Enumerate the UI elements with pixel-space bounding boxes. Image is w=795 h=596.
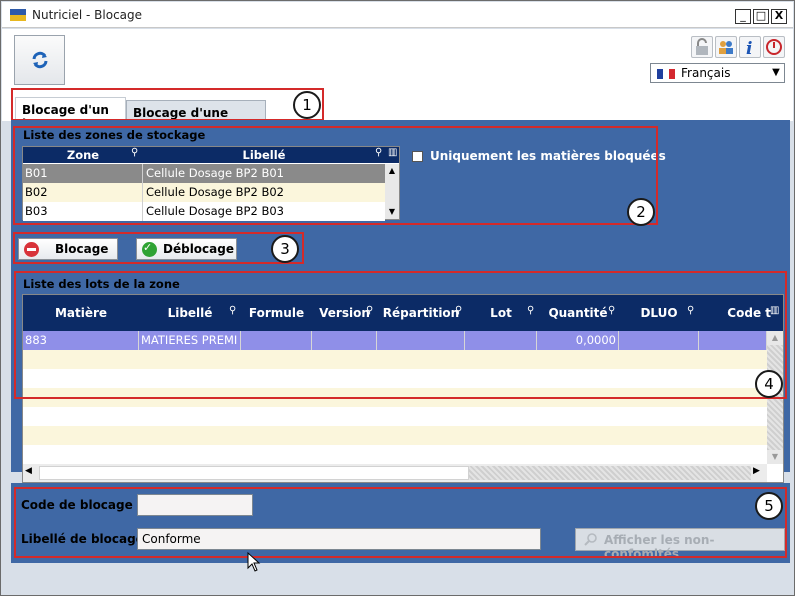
refresh-icon	[32, 51, 48, 69]
table-row[interactable]	[23, 407, 767, 426]
title-bar: Nutriciel - Blocage _ □ X	[2, 2, 793, 28]
annotation-marker-5: 5	[755, 492, 783, 520]
france-flag-icon	[657, 69, 675, 79]
table-row[interactable]	[23, 426, 767, 445]
minimize-button[interactable]: _	[735, 9, 751, 24]
maximize-button[interactable]: □	[753, 9, 769, 24]
annotation-marker-4: 4	[755, 370, 783, 398]
svg-text:i: i	[746, 39, 752, 57]
chevron-down-icon[interactable]: ▼	[768, 64, 784, 82]
scroll-left-icon[interactable]: ◀	[25, 466, 32, 476]
annotation-marker-2: 2	[627, 198, 655, 226]
annotation-marker-1: 1	[293, 91, 321, 119]
annotation-box-1	[11, 88, 324, 121]
annotation-box-2	[13, 126, 658, 225]
window: Nutriciel - Blocage _ □ X i Français ▼ B…	[0, 0, 795, 596]
scroll-down-icon[interactable]: ▼	[767, 450, 783, 464]
close-button[interactable]: X	[771, 9, 787, 24]
lots-horizontal-scrollbar[interactable]: ◀ ▶	[23, 464, 767, 482]
refresh-button[interactable]	[14, 35, 65, 85]
annotation-box-4	[14, 271, 787, 399]
lock-icon[interactable]	[691, 36, 713, 58]
scroll-track[interactable]	[469, 466, 751, 480]
table-row[interactable]	[23, 445, 767, 464]
annotation-box-3	[13, 232, 304, 264]
scroll-right-icon[interactable]: ▶	[753, 466, 760, 476]
toolbar: i Français ▼	[2, 29, 793, 91]
language-value: Français	[681, 66, 731, 80]
mouse-cursor-icon	[247, 552, 261, 572]
app-icon	[10, 9, 26, 21]
annotation-box-5	[14, 487, 787, 558]
annotation-marker-3: 3	[271, 235, 299, 263]
window-title: Nutriciel - Blocage	[32, 8, 143, 22]
info-icon[interactable]: i	[739, 36, 761, 59]
language-select[interactable]: Français ▼	[650, 63, 785, 83]
power-icon[interactable]	[763, 36, 785, 58]
users-icon[interactable]	[715, 36, 737, 58]
scroll-thumb[interactable]	[39, 466, 469, 480]
